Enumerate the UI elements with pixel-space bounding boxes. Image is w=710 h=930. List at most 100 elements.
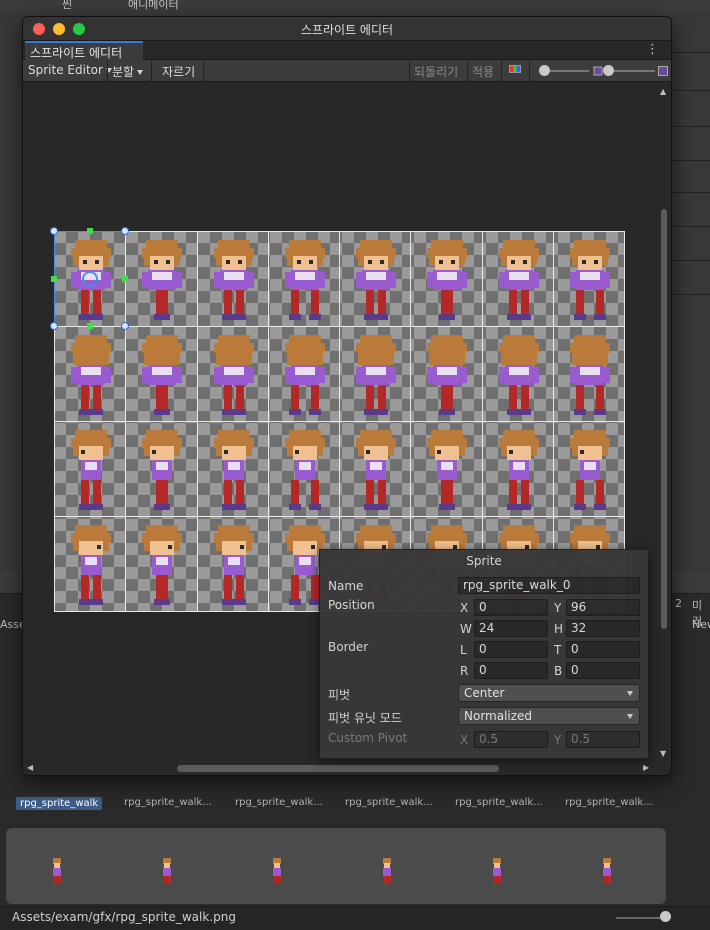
asset-selected[interactable]: rpg_sprite_walk — [16, 797, 103, 810]
pivot-unit-value: Normalized — [464, 709, 533, 723]
scroll-right-icon[interactable]: ▶ — [643, 763, 649, 772]
sprite-cell[interactable] — [196, 516, 269, 612]
sprite-cell[interactable] — [339, 231, 412, 327]
thumbnail-size-knob[interactable] — [660, 911, 671, 922]
pivot-value: Center — [464, 686, 505, 700]
sprite-cell[interactable] — [410, 326, 483, 422]
tab-sprite-editor[interactable]: 스프라이트 에디터 — [25, 41, 143, 60]
w-label: W — [460, 622, 472, 636]
custom-pivot-y-field: 0.5 — [566, 731, 640, 748]
position-x-field[interactable]: 0 — [474, 599, 548, 616]
sprite-cell[interactable] — [267, 326, 340, 422]
character-sprite — [569, 335, 610, 415]
character-sprite — [213, 335, 254, 415]
thumbnail-size-slider[interactable] — [616, 917, 666, 919]
character-sprite — [213, 240, 254, 320]
animator-tab[interactable]: 애니메이터 — [128, 0, 179, 10]
zoom-slider-knob[interactable] — [539, 65, 550, 76]
sprite-cell[interactable] — [481, 421, 554, 517]
asset-item[interactable]: rpg_sprite_walk... — [455, 797, 555, 808]
mode-label: Sprite Editor — [28, 63, 103, 77]
vertical-scroll-thumb[interactable] — [661, 209, 667, 629]
t-label: T — [554, 643, 562, 657]
sprite-cell[interactable] — [410, 421, 483, 517]
character-sprite — [356, 335, 396, 415]
border-handle[interactable] — [122, 275, 129, 282]
sprite-cell[interactable] — [481, 231, 554, 327]
asset-item[interactable]: rpg_sprite_walk... — [345, 797, 445, 808]
sprite-cell[interactable] — [54, 326, 127, 422]
pivot-dropdown[interactable]: Center — [458, 684, 640, 702]
sprite-cell[interactable] — [125, 231, 198, 327]
resize-handle[interactable] — [50, 322, 58, 330]
scroll-down-icon[interactable]: ▼ — [660, 749, 666, 758]
slice-label: 분할 — [112, 65, 135, 79]
color-channel-toggle-icon[interactable] — [509, 65, 521, 73]
pivot-unit-dropdown[interactable]: Normalized — [458, 707, 640, 725]
vertical-scrollbar[interactable]: ▲ ▼ — [657, 83, 671, 761]
border-bottom-field[interactable]: 0 — [566, 662, 640, 679]
border-right-field[interactable]: 0 — [474, 662, 548, 679]
sprite-cell[interactable] — [339, 421, 412, 517]
position-y-field[interactable]: 96 — [566, 599, 640, 616]
sprite-cell[interactable] — [267, 421, 340, 517]
sprite-cell[interactable] — [54, 421, 127, 517]
mini-sprite-icon — [273, 858, 281, 884]
border-handle[interactable] — [86, 228, 93, 234]
sprite-cell[interactable] — [552, 326, 625, 422]
custom-pivot-y-label: Y — [554, 733, 562, 747]
height-field[interactable]: 32 — [566, 620, 640, 637]
resize-handle[interactable] — [50, 227, 58, 235]
apply-button[interactable]: 적용 — [469, 62, 497, 79]
name-field[interactable]: rpg_sprite_walk_0 — [458, 577, 640, 594]
chevron-down-icon — [627, 714, 633, 719]
border-label: Border — [328, 640, 369, 654]
character-sprite — [284, 430, 325, 510]
l-label: L — [460, 643, 467, 657]
character-sprite — [427, 335, 468, 415]
sprite-cell[interactable] — [267, 231, 340, 327]
scene-tab[interactable]: 씬 — [62, 0, 72, 10]
character-sprite — [284, 335, 325, 415]
left-panel — [0, 12, 24, 572]
sprite-cell[interactable] — [196, 421, 269, 517]
window-titlebar[interactable]: 스프라이트 에디터 — [23, 17, 671, 41]
pivot-handle[interactable] — [81, 270, 98, 287]
scroll-left-icon[interactable]: ◀ — [27, 763, 33, 772]
sprite-cell[interactable] — [481, 326, 554, 422]
character-sprite — [498, 430, 539, 510]
character-sprite — [356, 240, 396, 320]
sprite-cell[interactable] — [339, 326, 412, 422]
sprite-cell[interactable] — [552, 421, 625, 517]
character-sprite — [427, 240, 468, 320]
sprite-properties-panel: Sprite Name rpg_sprite_walk_0 Position X… — [319, 549, 649, 759]
mode-dropdown[interactable]: Sprite Editor — [25, 62, 115, 79]
revert-button[interactable]: 되돌리기 — [411, 62, 461, 79]
trim-button[interactable]: 자르기 — [159, 62, 198, 79]
sprite-cell[interactable] — [196, 231, 269, 327]
editor-toolbar: Sprite Editor 분할 자르기 되돌리기 적용 — [23, 60, 671, 82]
more-menu-icon[interactable]: ⋮ — [646, 42, 659, 57]
horizontal-scrollbar[interactable]: ◀ ▶ — [23, 761, 671, 775]
width-field[interactable]: 24 — [474, 620, 548, 637]
sprite-cell[interactable] — [196, 326, 269, 422]
slice-dropdown[interactable]: 분할 — [109, 62, 146, 79]
sprite-cell[interactable] — [125, 516, 198, 612]
mini-sprite-icon — [53, 858, 61, 884]
character-sprite — [356, 430, 396, 510]
border-handle[interactable] — [86, 323, 93, 329]
mip-level-knob[interactable] — [603, 65, 614, 76]
sprite-cell[interactable] — [125, 421, 198, 517]
sprite-cell[interactable] — [125, 326, 198, 422]
asset-item[interactable]: rpg_sprite_walk... — [235, 797, 335, 808]
sprite-cell[interactable] — [54, 516, 127, 612]
sprite-cell[interactable] — [552, 231, 625, 327]
border-handle[interactable] — [51, 275, 57, 282]
sprite-cell[interactable] — [410, 231, 483, 327]
border-left-field[interactable]: 0 — [474, 641, 548, 658]
horizontal-scroll-thumb[interactable] — [177, 765, 499, 772]
scroll-up-icon[interactable]: ▲ — [660, 87, 666, 96]
border-top-field[interactable]: 0 — [566, 641, 640, 658]
asset-item[interactable]: rpg_sprite_walk... — [565, 797, 665, 808]
asset-item[interactable]: rpg_sprite_walk... — [124, 797, 224, 808]
